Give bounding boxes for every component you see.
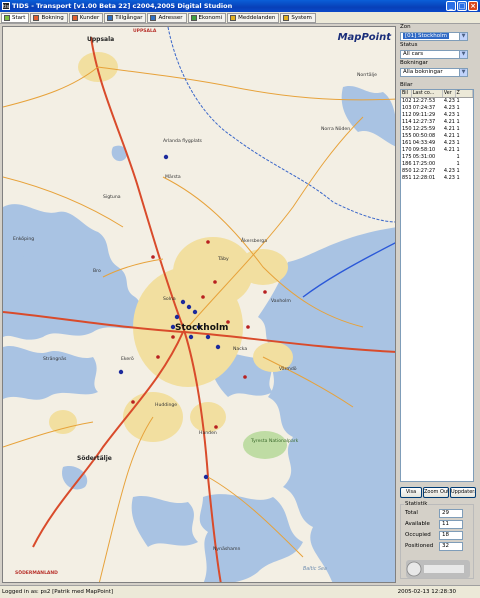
map-label-tyresta: Tyresta Nationalpark [251, 439, 299, 444]
table-row[interactable]: 850 12:27:27 4.23 1 [401, 168, 473, 175]
assets-icon [107, 14, 114, 21]
car-list[interactable]: Bil Last co... Ver Z 102 12:27:53 4.23 1 10… [400, 89, 474, 482]
table-row[interactable]: 155 00:50:08 4.21 1 [401, 133, 473, 140]
economy-icon [190, 14, 197, 21]
stat-value-occupied: 18 [439, 531, 463, 540]
visa-button[interactable]: Visa [400, 487, 422, 498]
table-row[interactable]: 851 12:28:01 4.23 1 [401, 175, 473, 182]
tab-bokning[interactable]: Bokning [30, 12, 68, 23]
national-park [243, 431, 287, 459]
table-row[interactable]: 175 05:31:00 1 [401, 154, 473, 161]
car-list-actions: Visa Zoom Out Uppdatera [400, 487, 476, 498]
stat-label-total: Total [405, 510, 418, 516]
messages-icon [230, 14, 237, 21]
statistics-group: Statistik Total 29 Available 11 Occupied… [400, 501, 474, 579]
table-row[interactable]: 102 12:27:53 4.23 1 [401, 98, 473, 105]
map-label-norra-noden: Norra Nöden [321, 127, 351, 132]
map-label-bro: Bro [93, 269, 101, 274]
main-tabs: Start Bokning Kunder Tillgångar Adresser… [0, 12, 480, 24]
tab-tillgangar[interactable]: Tillgångar [104, 12, 147, 23]
map-label-huddinge: Huddinge [155, 403, 178, 408]
tab-meddelanden[interactable]: Meddelanden [227, 12, 280, 23]
status-datetime: 2005-02-13 12:28:30 [397, 589, 456, 595]
car-list-header: Bil Last co... Ver Z [401, 90, 473, 98]
map-label-nynashamn: Nynäshamn [213, 547, 241, 552]
zon-label: Zon [400, 24, 411, 30]
stat-value-positioned: 32 [439, 542, 463, 551]
addresses-icon [150, 14, 157, 21]
stat-value-available: 11 [439, 520, 463, 529]
stat-value-total: 29 [439, 509, 463, 518]
table-row[interactable]: 170 09:58:10 4.21 1 [401, 147, 473, 154]
bokningar-select[interactable]: Alla bokningar ▼ [400, 68, 468, 77]
status-select[interactable]: All cars ▼ [400, 50, 468, 59]
map-label-sodermanland: SÖDERMANLAND [15, 571, 58, 576]
map-label-vaxholm: Vaxholm [271, 299, 291, 304]
start-icon [4, 14, 10, 21]
column-header-version[interactable]: Ver [443, 90, 456, 97]
window-title: TIDS - Transport [v1.00 Beta 22] c2004,2… [12, 2, 233, 10]
chevron-down-icon: ▼ [459, 33, 467, 40]
map-label-marsta: Märsta [165, 175, 181, 180]
side-panel: Zon [01] Stockholm ▼ Status All cars ▼ Bok… [398, 24, 478, 583]
column-header-bil[interactable]: Bil [401, 90, 412, 97]
uppdatera-button[interactable]: Uppdatera [450, 487, 476, 498]
chevron-down-icon: ▼ [459, 69, 467, 76]
table-row[interactable]: 161 04:33:49 4.23 1 [401, 140, 473, 147]
map-label-taby: Täby [218, 257, 229, 262]
bokningar-label: Bokningar [400, 60, 428, 66]
map-label-sodertalje: Södertälje [77, 455, 112, 462]
map-label-nacka: Nacka [233, 347, 248, 352]
map-label-uppsala: Uppsala [87, 36, 115, 43]
map-view[interactable]: MapPoint Uppsala UPPSALA Stockholm Arlan… [2, 26, 396, 583]
tab-start[interactable]: Start [1, 12, 30, 23]
zoom-out-button[interactable]: Zoom Out [423, 487, 449, 498]
map-label-norrtalje: Norrtälje [357, 73, 377, 78]
chevron-down-icon: ▼ [459, 51, 467, 58]
minimize-button[interactable]: _ [446, 1, 456, 11]
column-header-zone[interactable]: Z [456, 90, 473, 97]
table-row[interactable]: 103 07:24:37 4.23 1 [401, 105, 473, 112]
table-row[interactable]: 114 12:27:37 4.21 1 [401, 119, 473, 126]
statistics-title: Statistik [404, 501, 429, 507]
table-row[interactable]: 150 12:25:59 4.21 1 [401, 126, 473, 133]
login-status: Logged in as: ps2 [Patrik med MapPoint] [2, 589, 113, 595]
booking-icon [33, 14, 40, 21]
map-canvas [3, 27, 395, 582]
window-title-bar: tis TIDS - Transport [v1.00 Beta 22] c20… [0, 0, 480, 12]
map-label-uppsala-county: UPPSALA [133, 29, 157, 34]
bilar-label: Bilar [400, 82, 413, 88]
customers-icon [71, 14, 78, 21]
column-header-last-contact[interactable]: Last co... [412, 90, 443, 97]
map-label-stockholm: Stockholm [175, 323, 229, 333]
map-label-arlanda: Arlanda flygplats [163, 139, 202, 144]
map-label-strangnas: Strängnäs [43, 357, 67, 362]
maximize-button[interactable]: □ [457, 1, 467, 11]
table-row[interactable]: 112 09:11:29 4.23 1 [401, 112, 473, 119]
tab-ekonomi[interactable]: Ekonomi [187, 12, 227, 23]
stat-label-occupied: Occupied [405, 532, 431, 538]
map-label-baltic: Baltic Sea [303, 567, 327, 572]
map-label-enkoping: Enköping [13, 237, 35, 242]
stat-label-positioned: Positioned [405, 543, 434, 549]
tab-kunder[interactable]: Kunder [68, 12, 104, 23]
tab-system[interactable]: System [280, 12, 316, 23]
window-controls: _ □ × [446, 1, 478, 11]
table-row[interactable]: 186 17:25:00 1 [401, 161, 473, 168]
close-button[interactable]: × [468, 1, 478, 11]
app-icon: tis [2, 2, 10, 10]
status-label: Status [400, 42, 418, 48]
mappoint-logo: MapPoint [337, 32, 391, 43]
stat-label-available: Available [405, 521, 430, 527]
map-label-sigtuna: Sigtuna [103, 195, 121, 200]
zon-select[interactable]: [01] Stockholm ▼ [400, 32, 468, 41]
map-label-solna: Solna [163, 297, 176, 302]
tab-adresser[interactable]: Adresser [147, 12, 187, 23]
map-label-varmdo: Värmdö [279, 367, 297, 372]
map-label-ekero: Ekerö [121, 357, 134, 362]
map-label-haninge: Handen [199, 431, 217, 436]
status-bar: Logged in as: ps2 [Patrik med MapPoint] … [0, 585, 480, 598]
map-label-akersberga: Åkersberga [241, 239, 268, 244]
system-icon [283, 14, 290, 21]
